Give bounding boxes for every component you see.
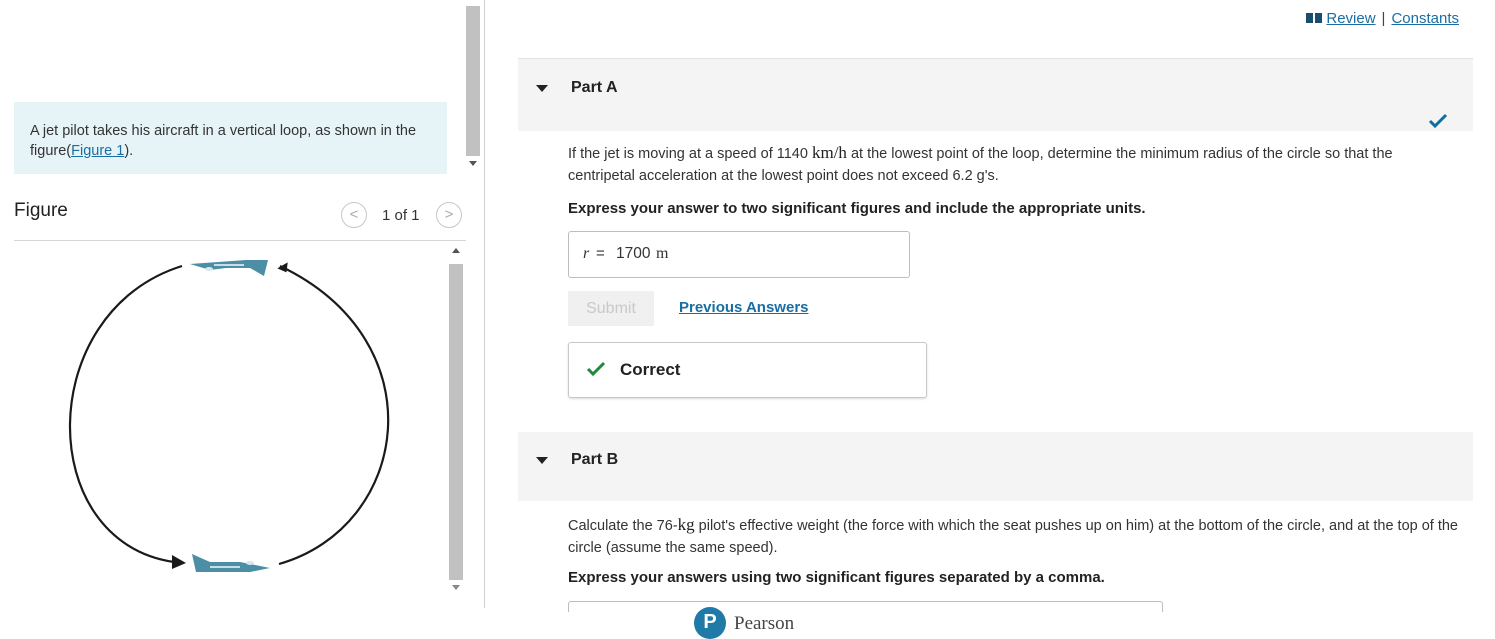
next-figure-button[interactable]: > xyxy=(436,202,462,228)
arrowhead-top xyxy=(277,262,288,273)
part-b-question: Calculate the 76-kg pilot's effective we… xyxy=(568,514,1473,559)
scroll-up-arrow-icon[interactable] xyxy=(452,248,460,253)
jet-bottom-icon xyxy=(192,554,270,572)
loop-arc-right xyxy=(278,265,390,566)
intro-scrollbar[interactable] xyxy=(464,6,482,172)
intro-end: ). xyxy=(124,143,134,159)
collapse-triangle-icon[interactable] xyxy=(536,85,548,92)
scroll-down-arrow-icon[interactable] xyxy=(452,585,460,590)
answer-field[interactable]: r = 1700 m xyxy=(568,231,910,278)
previous-answers-link[interactable]: Previous Answers xyxy=(679,299,809,316)
jet-top-icon xyxy=(190,260,268,276)
scrollbar-thumb[interactable] xyxy=(449,264,463,580)
answer-unit: m xyxy=(656,245,669,262)
vertical-loop-figure xyxy=(68,260,390,572)
part-a-label: Part A xyxy=(571,79,618,96)
loop-arc-left xyxy=(68,264,183,564)
answer-variable: r xyxy=(583,245,590,262)
review-link[interactable]: Review xyxy=(1326,10,1375,27)
feedback-label: Correct xyxy=(620,360,681,379)
collapse-triangle-icon[interactable] xyxy=(536,457,548,464)
scrollbar-thumb[interactable] xyxy=(466,6,480,156)
correct-check-icon xyxy=(586,361,606,377)
answer-equals: = xyxy=(596,245,605,262)
check-icon xyxy=(1428,113,1448,129)
pearson-logo-icon: P xyxy=(694,607,726,639)
figure-title: Figure xyxy=(14,200,68,221)
pearson-name: Pearson xyxy=(734,613,795,634)
speed-unit: km/h xyxy=(811,143,847,162)
figure-link[interactable]: Figure 1 xyxy=(71,143,124,159)
book-icon xyxy=(1306,13,1323,23)
question-text-2: pilot's effective weight (the force with… xyxy=(568,518,1458,556)
part-a-header[interactable]: Part A xyxy=(518,58,1473,131)
left-panel: A jet pilot takes his aircraft in a vert… xyxy=(0,0,485,608)
question-text-1: Calculate the 76- xyxy=(568,518,678,534)
answer-value: 1700 xyxy=(616,245,651,262)
figure-image xyxy=(14,242,446,602)
prev-figure-button[interactable]: < xyxy=(341,202,367,228)
part-b-answer-field[interactable] xyxy=(568,601,1163,612)
arrowhead-bottom xyxy=(172,555,186,569)
submit-button[interactable]: Submit xyxy=(568,291,654,326)
part-b-instruction: Express your answers using two significa… xyxy=(568,569,1105,586)
part-a-question: If the jet is moving at a speed of 1140 … xyxy=(568,142,1458,187)
part-a-instruction: Express your answer to two significant f… xyxy=(568,200,1146,217)
part-b-label: Part B xyxy=(571,451,619,468)
feedback-box: Correct xyxy=(568,342,927,398)
chevron-left-icon: < xyxy=(349,206,359,223)
figure-scrollbar[interactable] xyxy=(446,242,466,600)
part-b-header[interactable]: Part B xyxy=(518,432,1473,501)
figure-count: 1 of 1 xyxy=(382,207,420,224)
link-separator: | xyxy=(1381,10,1386,27)
problem-intro: A jet pilot takes his aircraft in a vert… xyxy=(14,102,447,174)
top-links: Review | Constants xyxy=(1306,10,1459,27)
mass-unit: kg xyxy=(677,515,695,534)
scroll-down-arrow-icon[interactable] xyxy=(469,161,477,166)
constants-link[interactable]: Constants xyxy=(1391,10,1459,27)
question-text-1: If the jet is moving at a speed of 1140 xyxy=(568,146,812,162)
figure-header: Figure < 1 of 1 > xyxy=(14,196,466,241)
chevron-right-icon: > xyxy=(444,206,454,223)
